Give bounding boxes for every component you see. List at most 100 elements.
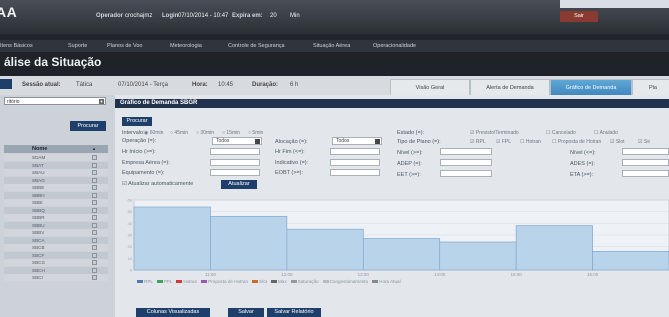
radio-15min[interactable]: ○ 15min bbox=[222, 130, 240, 136]
menu-item-operacionalidade[interactable]: Operacionalidade bbox=[373, 43, 416, 49]
plan-se-checkbox[interactable]: ☑ Se bbox=[638, 139, 650, 145]
allocation-select[interactable]: Todos bbox=[332, 137, 382, 145]
row-checkbox[interactable] bbox=[92, 237, 97, 243]
list-item[interactable]: SBCB bbox=[4, 244, 108, 252]
row-checkbox[interactable] bbox=[92, 155, 97, 160]
list-item[interactable]: SBBH bbox=[4, 191, 108, 199]
ades-input[interactable] bbox=[622, 159, 669, 166]
plan-hotran-checkbox[interactable]: ☐ Hotran bbox=[520, 139, 541, 145]
list-item[interactable]: SBCA bbox=[4, 236, 108, 244]
indicative-input[interactable] bbox=[330, 159, 380, 166]
menu-item-suporte[interactable]: Suporte bbox=[68, 43, 87, 49]
radio-5min[interactable]: ○ 5min bbox=[248, 130, 263, 136]
radio-45min[interactable]: ○ 45min bbox=[170, 130, 188, 136]
eet-input[interactable] bbox=[440, 170, 492, 177]
state-cancelado-checkbox[interactable]: ☐ Cancelado bbox=[546, 130, 576, 136]
adep-input[interactable] bbox=[440, 159, 492, 166]
aerodrome-code: SBBQ bbox=[32, 207, 45, 213]
demand-bar[interactable] bbox=[133, 206, 211, 271]
row-checkbox[interactable] bbox=[92, 207, 97, 213]
list-item[interactable]: SBAG bbox=[4, 176, 108, 184]
list-item[interactable]: SBBU bbox=[4, 221, 108, 229]
list-item[interactable]: SBAU bbox=[4, 169, 108, 177]
tab-planos[interactable]: Pla bbox=[632, 79, 669, 96]
eobt-input[interactable] bbox=[330, 169, 380, 176]
menu-item-itens-basicos[interactable]: Itens Básicos bbox=[0, 43, 33, 49]
radio-60min[interactable]: ◉ 60min bbox=[144, 130, 163, 136]
visible-columns-button[interactable]: Colunas Visualizadas bbox=[136, 308, 210, 317]
row-checkbox[interactable] bbox=[92, 215, 97, 220]
update-button[interactable]: Atualizar bbox=[221, 180, 257, 189]
demand-bar[interactable] bbox=[439, 241, 517, 271]
row-checkbox[interactable] bbox=[92, 162, 97, 168]
row-checkbox[interactable] bbox=[92, 275, 97, 280]
menu-item-controle-seguranca[interactable]: Controle de Segurança bbox=[228, 43, 285, 49]
demand-bar[interactable] bbox=[515, 225, 593, 271]
aerodrome-code: SDAM bbox=[32, 155, 46, 160]
equipment-input[interactable] bbox=[210, 169, 260, 176]
list-item[interactable]: SBBV bbox=[4, 229, 108, 237]
y-tick-label: 60 bbox=[128, 198, 133, 203]
row-checkbox[interactable] bbox=[92, 260, 97, 265]
list-item[interactable]: SBAT bbox=[4, 161, 108, 169]
operation-select-value: Todos bbox=[216, 138, 230, 144]
list-item[interactable]: SBCI bbox=[4, 274, 108, 282]
tab-grafico-demanda[interactable]: Gráfico de Demanda bbox=[550, 79, 632, 96]
list-item[interactable]: SBBR bbox=[4, 214, 108, 222]
search-button[interactable]: Procurar bbox=[122, 117, 152, 126]
row-checkbox[interactable] bbox=[92, 170, 97, 175]
level-max-input[interactable] bbox=[622, 148, 669, 155]
menu-item-meteorologia[interactable]: Meteorologia bbox=[170, 43, 202, 49]
list-item[interactable]: SBBI bbox=[4, 199, 108, 207]
row-checkbox[interactable] bbox=[92, 200, 97, 205]
eta-input[interactable] bbox=[622, 170, 669, 177]
menu-item-planos-de-voo[interactable]: Planos de Voo bbox=[107, 43, 142, 49]
plan-slot-checkbox[interactable]: ☑ Slot bbox=[610, 139, 625, 145]
radio-30min[interactable]: ○ 30min bbox=[196, 130, 214, 136]
plan-rpl-checkbox[interactable]: ☑ RPL bbox=[470, 139, 486, 145]
row-checkbox[interactable] bbox=[92, 252, 97, 258]
y-tick-label: 20 bbox=[128, 244, 133, 249]
plan-proposta-checkbox[interactable]: ☐ Proposta de Hotran bbox=[552, 139, 601, 145]
demand-bar[interactable] bbox=[362, 238, 441, 271]
row-checkbox[interactable] bbox=[92, 177, 97, 183]
indicative-label: Indicativo (=): bbox=[275, 160, 309, 166]
logout-button[interactable]: Sair bbox=[560, 11, 598, 22]
menu-item-situacao-aerea[interactable]: Situação Aérea bbox=[313, 43, 350, 49]
airline-input[interactable] bbox=[210, 159, 260, 166]
save-report-button[interactable]: Salvar Relatório bbox=[267, 308, 321, 317]
state-anulado-checkbox[interactable]: ☐ Anulado bbox=[594, 130, 618, 136]
left-search-button[interactable]: Procurar bbox=[70, 121, 106, 131]
hr-end-label: Hr Fim (<=): bbox=[275, 149, 305, 155]
tab-alerta-demanda[interactable]: Alerta de Demanda bbox=[470, 79, 550, 96]
plan-fpl-checkbox[interactable]: ☑ FPL bbox=[496, 139, 511, 145]
list-item[interactable]: SBBE bbox=[4, 184, 108, 192]
aerodrome-list-header[interactable]: Nome ▲ bbox=[4, 145, 108, 153]
hr-start-input[interactable] bbox=[210, 148, 260, 155]
row-checkbox[interactable] bbox=[92, 192, 97, 198]
demand-bar[interactable] bbox=[210, 215, 288, 271]
list-item[interactable]: SBCF bbox=[4, 251, 108, 259]
auto-update-checkbox[interactable]: ☑ Atualizar automaticamente bbox=[122, 181, 193, 187]
list-item[interactable]: SBBQ bbox=[4, 206, 108, 214]
operation-select[interactable]: Todos bbox=[212, 137, 262, 145]
row-checkbox[interactable] bbox=[92, 222, 97, 228]
hr-end-input[interactable] bbox=[330, 148, 380, 155]
list-item[interactable]: SDAM bbox=[4, 154, 108, 162]
save-button[interactable]: Salvar bbox=[228, 308, 264, 317]
session-value: Tática bbox=[76, 82, 93, 88]
legend-swatch bbox=[322, 280, 329, 284]
level-input[interactable] bbox=[440, 148, 492, 155]
state-previsto-checkbox[interactable]: ☑ Previsto/Terminado bbox=[470, 130, 519, 136]
demand-bar[interactable] bbox=[286, 228, 364, 271]
row-checkbox[interactable] bbox=[92, 230, 97, 235]
row-checkbox[interactable] bbox=[92, 185, 97, 190]
row-checkbox[interactable] bbox=[92, 267, 97, 273]
expires-value: 20 bbox=[270, 13, 277, 19]
row-checkbox[interactable] bbox=[92, 245, 97, 250]
demand-bar[interactable] bbox=[592, 250, 669, 271]
list-item[interactable]: SBCG bbox=[4, 259, 108, 267]
tab-visao-geral[interactable]: Visão Geral bbox=[390, 79, 470, 96]
region-select[interactable]: ritório ▼ bbox=[4, 97, 106, 105]
list-item[interactable]: SBCH bbox=[4, 266, 108, 274]
